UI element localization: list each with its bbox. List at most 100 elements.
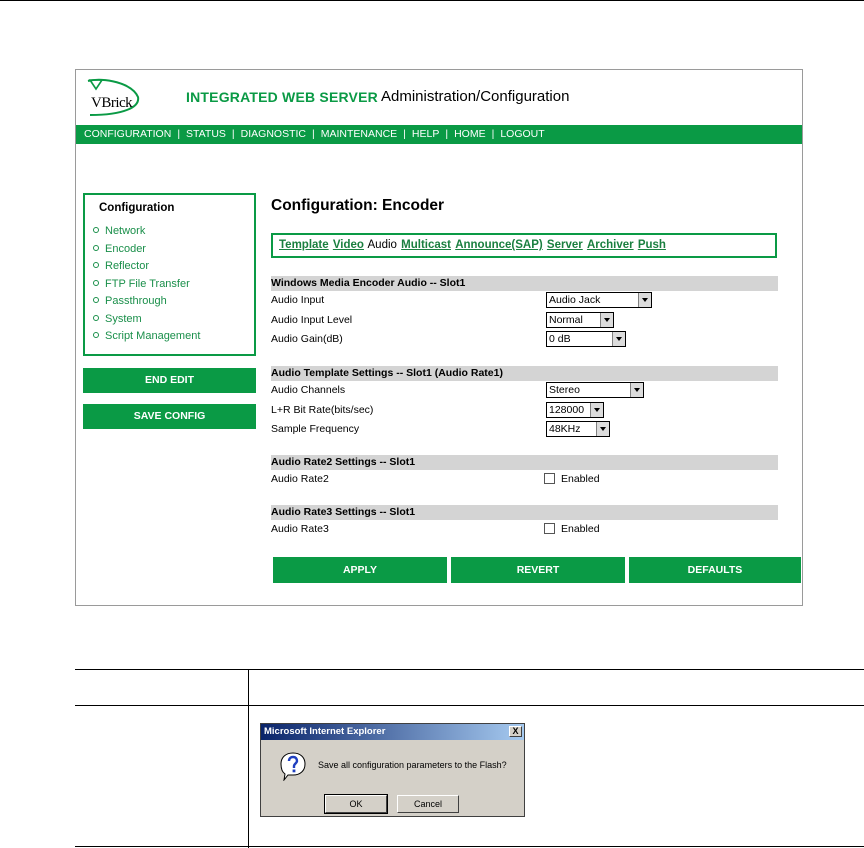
end-edit-button[interactable]: END EDIT <box>83 368 256 393</box>
bullet-icon <box>93 262 99 269</box>
sample-frequency-label: Sample Frequency <box>271 423 360 435</box>
tab-multicast[interactable]: Multicast <box>401 239 451 251</box>
nav-status[interactable]: STATUS <box>186 128 226 140</box>
sidebar-item-system[interactable]: System <box>93 311 200 329</box>
bit-rate-label: L+R Bit Rate(bits/sec) <box>271 403 374 416</box>
table-top-rule <box>75 669 864 670</box>
vbrick-logo: VBrick <box>84 77 142 119</box>
tab-template[interactable]: Template <box>279 239 329 251</box>
audio-rate3-checkbox[interactable] <box>544 522 555 534</box>
nav-home[interactable]: HOME <box>454 128 486 140</box>
section-heading: Audio Rate3 Settings -- Slot1 <box>271 505 778 520</box>
sidebar-item-ftp-file-transfer[interactable]: FTP File Transfer <box>93 276 200 294</box>
audio-gain-select[interactable]: 0 dB <box>546 331 626 347</box>
sidebar-item-label: Encoder <box>105 242 146 255</box>
audio-input-label: Audio Input <box>271 294 325 306</box>
nav-separator: | <box>312 128 315 140</box>
select-value: 48KHz <box>549 423 581 435</box>
page-title: Configuration: Encoder <box>271 197 445 214</box>
sidebar-item-label: System <box>105 312 142 325</box>
tab-audio[interactable]: Audio <box>368 239 397 251</box>
apply-button[interactable]: APPLY <box>273 557 447 583</box>
top-rule <box>0 0 864 1</box>
nav-help[interactable]: HELP <box>412 128 439 140</box>
audio-rate2-enabled[interactable]: Enabled <box>544 472 600 485</box>
tab-server[interactable]: Server <box>547 239 583 251</box>
audio-rate2-section: Audio Rate2 Settings -- Slot1 Audio Rate… <box>271 455 778 490</box>
sidebar-item-label: Script Management <box>105 330 201 342</box>
audio-rate3-enabled[interactable]: Enabled <box>544 522 600 535</box>
dialog-title: Microsoft Internet Explorer <box>261 724 524 740</box>
bit-rate-row: L+R Bit Rate(bits/sec) 128000 <box>271 401 778 421</box>
sidebar-item-label: Reflector <box>105 260 150 272</box>
bit-rate-select[interactable]: 128000 <box>546 401 604 418</box>
bullet-icon <box>93 297 99 304</box>
question-icon <box>280 752 306 781</box>
nav-separator: | <box>445 128 449 140</box>
audio-input-level-label: Audio Input Level <box>271 313 353 326</box>
section-heading: Audio Rate2 Settings -- Slot1 <box>271 455 778 470</box>
checkbox-label: Enabled <box>561 523 600 535</box>
sidebar-item-passthrough[interactable]: Passthrough <box>93 293 200 311</box>
audio-rate2-label: Audio Rate2 <box>271 473 329 485</box>
wme-audio-section: Windows Media Encoder Audio -- Slot1 Aud… <box>271 276 778 350</box>
sidebar-item-encoder[interactable]: Encoder <box>93 241 200 259</box>
table-column-divider <box>248 669 249 848</box>
audio-input-row: Audio Input Audio Jack <box>271 291 778 311</box>
audio-input-select[interactable]: Audio Jack <box>546 292 652 308</box>
browser-page: VBrick INTEGRATED WEB SERVER Administrat… <box>75 69 803 606</box>
bullet-icon <box>93 279 99 286</box>
chevron-down-icon[interactable] <box>638 293 651 307</box>
audio-template-section: Audio Template Settings -- Slot1 (Audio … <box>271 366 778 440</box>
chevron-down-icon[interactable] <box>630 383 643 397</box>
nav-maintenance[interactable]: MAINTENANCE <box>321 128 397 140</box>
nav-configuration[interactable]: CONFIGURATION <box>84 128 171 140</box>
select-value: Stereo <box>549 384 580 396</box>
revert-button[interactable]: REVERT <box>451 557 625 583</box>
sidebar-item-script-management[interactable]: Script Management <box>93 328 200 346</box>
select-value: Audio Jack <box>549 294 601 306</box>
audio-rate3-label: Audio Rate3 <box>271 523 329 535</box>
top-navbar: CONFIGURATION | STATUS | DIAGNOSTIC | MAINTENA… <box>76 125 802 144</box>
bullet-icon <box>93 314 99 321</box>
sidebar-heading: Configuration <box>99 202 175 214</box>
chevron-down-icon[interactable] <box>596 422 609 436</box>
tab-push[interactable]: Push <box>638 239 666 251</box>
ok-button[interactable]: OK <box>324 794 388 814</box>
nav-separator: | <box>403 128 406 140</box>
nav-diagnostic[interactable]: DIAGNOSTIC <box>241 128 306 140</box>
sidebar-item-reflector[interactable]: Reflector <box>93 258 200 276</box>
header: VBrick INTEGRATED WEB SERVER Administrat… <box>76 70 802 126</box>
audio-input-level-select[interactable]: Normal <box>546 311 614 328</box>
table-header-rule <box>75 705 864 706</box>
audio-channels-row: Audio Channels Stereo <box>271 381 778 401</box>
encoder-tabs: Template Video Audio Multicast Announce(… <box>271 233 777 258</box>
tab-video[interactable]: Video <box>333 239 364 251</box>
dialog-message: Save all configuration parameters to the… <box>318 760 507 770</box>
bullet-icon <box>93 227 99 234</box>
nav-logout[interactable]: LOGOUT <box>500 128 544 140</box>
tab-announce-sap[interactable]: Announce(SAP) <box>455 239 543 251</box>
close-icon[interactable]: X <box>509 726 522 737</box>
audio-rate2-checkbox[interactable] <box>544 472 555 484</box>
cancel-button[interactable]: Cancel <box>397 795 459 813</box>
logo-text: VBrick <box>91 95 133 111</box>
sample-frequency-select[interactable]: 48KHz <box>546 421 610 437</box>
audio-input-level-row: Audio Input Level Normal <box>271 311 778 331</box>
save-config-button[interactable]: SAVE CONFIG <box>83 404 256 429</box>
nav-separator: | <box>491 128 495 140</box>
tab-archiver[interactable]: Archiver <box>587 239 634 251</box>
select-value: 128000 <box>549 403 585 416</box>
nav-separator: | <box>231 128 235 140</box>
header-subtitle: Administration/Configuration <box>381 88 570 105</box>
chevron-down-icon[interactable] <box>590 402 603 417</box>
audio-gain-row: Audio Gain(dB) 0 dB <box>271 330 778 350</box>
audio-channels-select[interactable]: Stereo <box>546 382 644 398</box>
chevron-down-icon[interactable] <box>612 332 625 346</box>
sample-frequency-row: Sample Frequency 48KHz <box>271 420 778 440</box>
select-value: 0 dB <box>549 333 571 345</box>
sidebar-item-network[interactable]: Network <box>93 223 200 241</box>
section-heading: Windows Media Encoder Audio -- Slot1 <box>271 276 778 291</box>
defaults-button[interactable]: DEFAULTS <box>629 557 801 583</box>
chevron-down-icon[interactable] <box>600 312 613 327</box>
